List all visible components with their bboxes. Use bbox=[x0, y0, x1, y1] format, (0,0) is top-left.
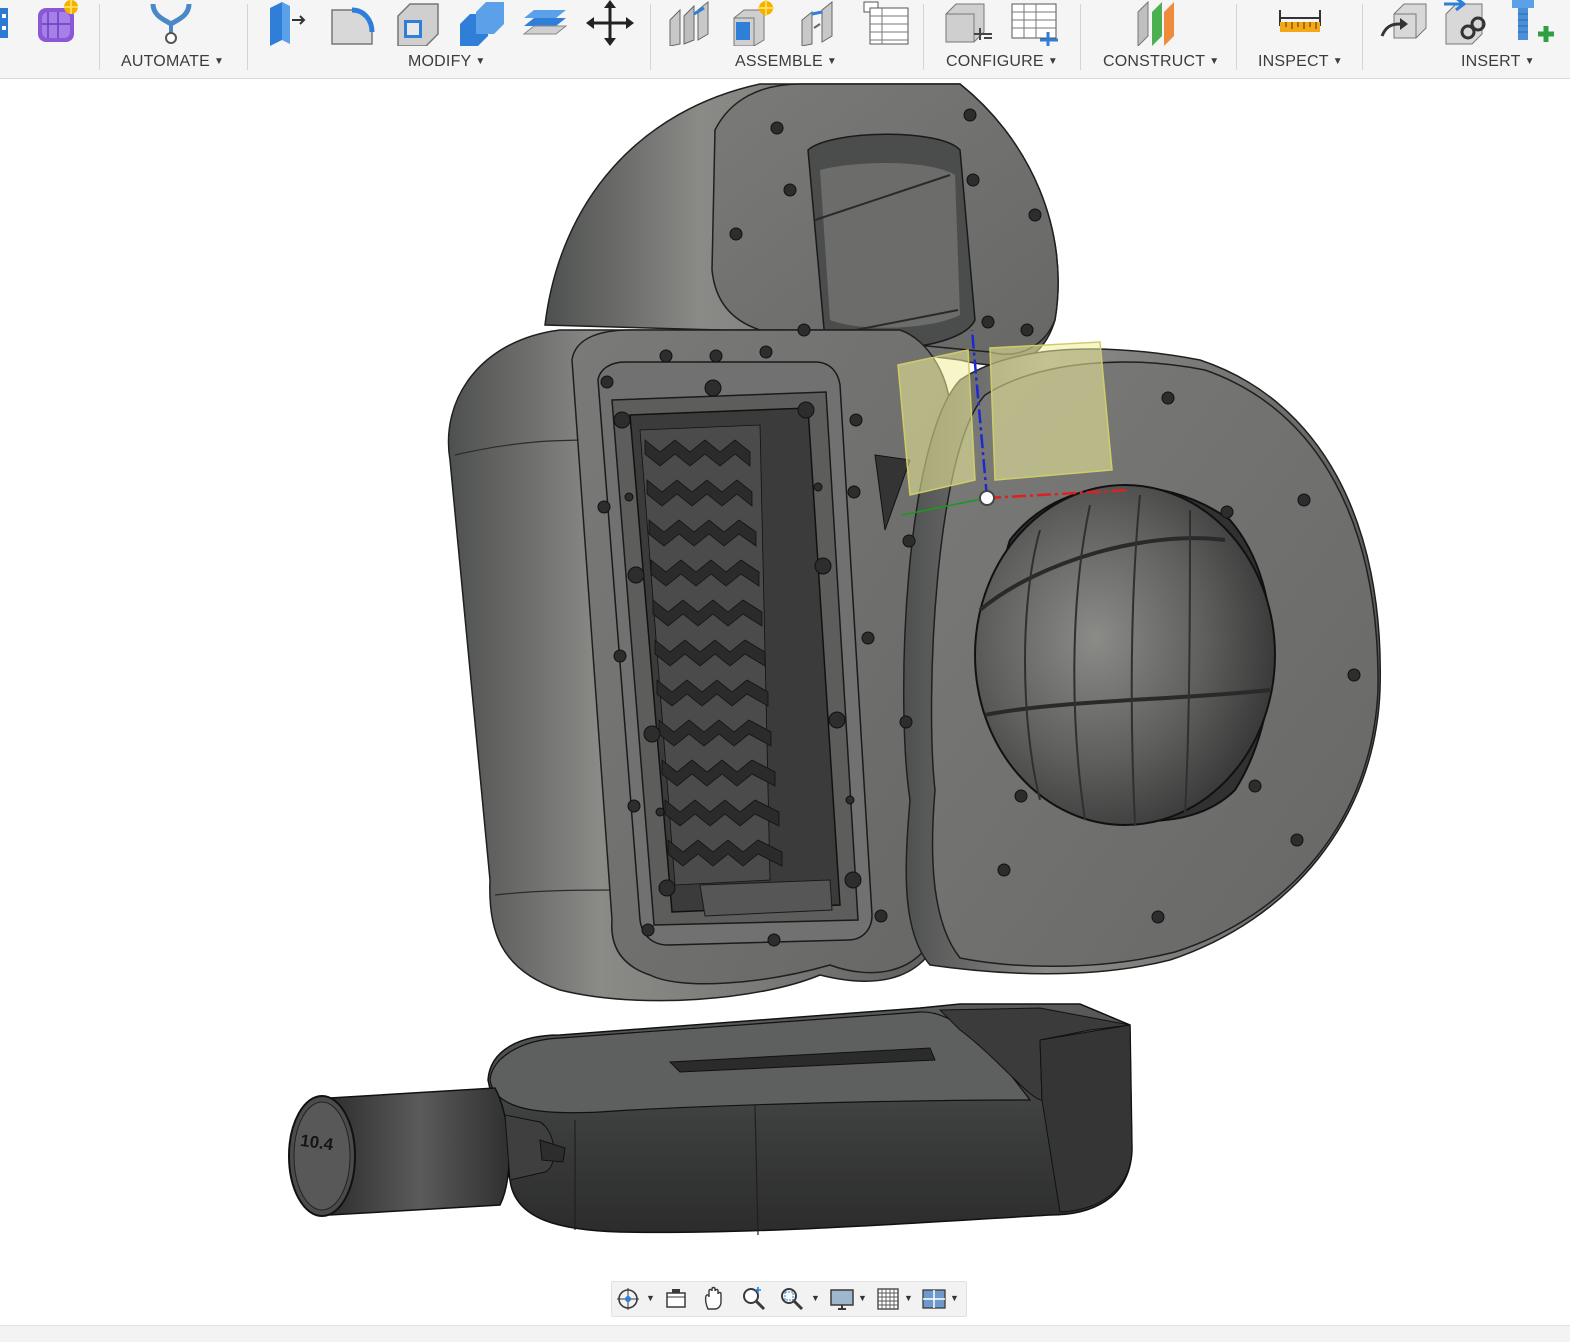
orbit-dropdown[interactable]: ▼ bbox=[646, 1293, 655, 1303]
combine-icon[interactable] bbox=[458, 0, 506, 46]
zoom-icon[interactable] bbox=[740, 1285, 768, 1313]
move-copy-icon[interactable] bbox=[586, 0, 634, 46]
construct-menu[interactable]: CONSTRUCT ▼ bbox=[1103, 52, 1219, 72]
viewports-dropdown[interactable]: ▼ bbox=[950, 1293, 959, 1303]
automate-menu[interactable]: AUTOMATE ▼ bbox=[121, 52, 224, 72]
blower-assembly-model[interactable]: 10.4 bbox=[0, 79, 1570, 1325]
press-pull-icon[interactable] bbox=[262, 0, 310, 46]
insert-mcmaster-icon[interactable] bbox=[1508, 0, 1556, 46]
bill-of-materials-icon[interactable] bbox=[862, 0, 910, 46]
modify-menu[interactable]: MODIFY ▼ bbox=[408, 52, 486, 72]
3d-viewport[interactable]: 10.4 bbox=[0, 79, 1570, 1325]
as-built-joint-icon[interactable] bbox=[796, 0, 844, 46]
assemble-menu[interactable]: ASSEMBLE ▼ bbox=[735, 52, 837, 72]
main-housing[interactable] bbox=[447, 329, 951, 1002]
fit-icon[interactable] bbox=[778, 1285, 806, 1313]
measure-icon[interactable] bbox=[1276, 0, 1324, 46]
joint-icon[interactable] bbox=[666, 0, 714, 46]
look-at-icon[interactable] bbox=[662, 1285, 690, 1313]
inspect-menu[interactable]: INSPECT ▼ bbox=[1258, 52, 1343, 72]
navigation-bar: ▼ ▼ ▼ ▼ ▼ bbox=[611, 1281, 967, 1317]
offset-face-icon[interactable] bbox=[522, 0, 570, 46]
viewports-icon[interactable] bbox=[920, 1285, 948, 1313]
configure-menu[interactable]: CONFIGURE ▼ bbox=[946, 52, 1058, 72]
origin-point[interactable] bbox=[979, 490, 995, 506]
new-component-icon[interactable] bbox=[730, 0, 778, 46]
automate-icon[interactable] bbox=[147, 0, 195, 46]
grid-settings-icon[interactable] bbox=[874, 1285, 902, 1313]
fillet-icon[interactable] bbox=[328, 0, 376, 46]
shell-icon[interactable] bbox=[394, 0, 442, 46]
configuration-table-icon[interactable] bbox=[1010, 0, 1058, 46]
lower-duct-body[interactable] bbox=[487, 1003, 1133, 1236]
bottom-status-strip bbox=[0, 1325, 1570, 1342]
insert-menu[interactable]: INSERT ▼ bbox=[1461, 52, 1535, 72]
toolbar-ribbon: AUTOMATE ▼ MODIFY ▼ ASSEMBLE ▼ CONFIGURE ▼ bbox=[0, 0, 1570, 79]
orbit-icon[interactable] bbox=[614, 1285, 642, 1313]
offset-plane-icon[interactable] bbox=[1134, 0, 1182, 46]
create-sketch-icon[interactable] bbox=[0, 0, 20, 46]
insert-derive-icon[interactable] bbox=[1380, 0, 1428, 46]
upper-scroll-housing[interactable] bbox=[544, 83, 1059, 366]
display-dropdown[interactable]: ▼ bbox=[858, 1293, 867, 1303]
pan-icon[interactable] bbox=[700, 1285, 728, 1313]
zoom-dropdown[interactable]: ▼ bbox=[811, 1293, 820, 1303]
insert-linked-component-icon[interactable] bbox=[1444, 0, 1492, 46]
create-form-icon[interactable] bbox=[34, 0, 82, 46]
configure-icon[interactable] bbox=[944, 0, 992, 46]
grid-dropdown[interactable]: ▼ bbox=[904, 1293, 913, 1303]
display-settings-icon[interactable] bbox=[828, 1285, 856, 1313]
